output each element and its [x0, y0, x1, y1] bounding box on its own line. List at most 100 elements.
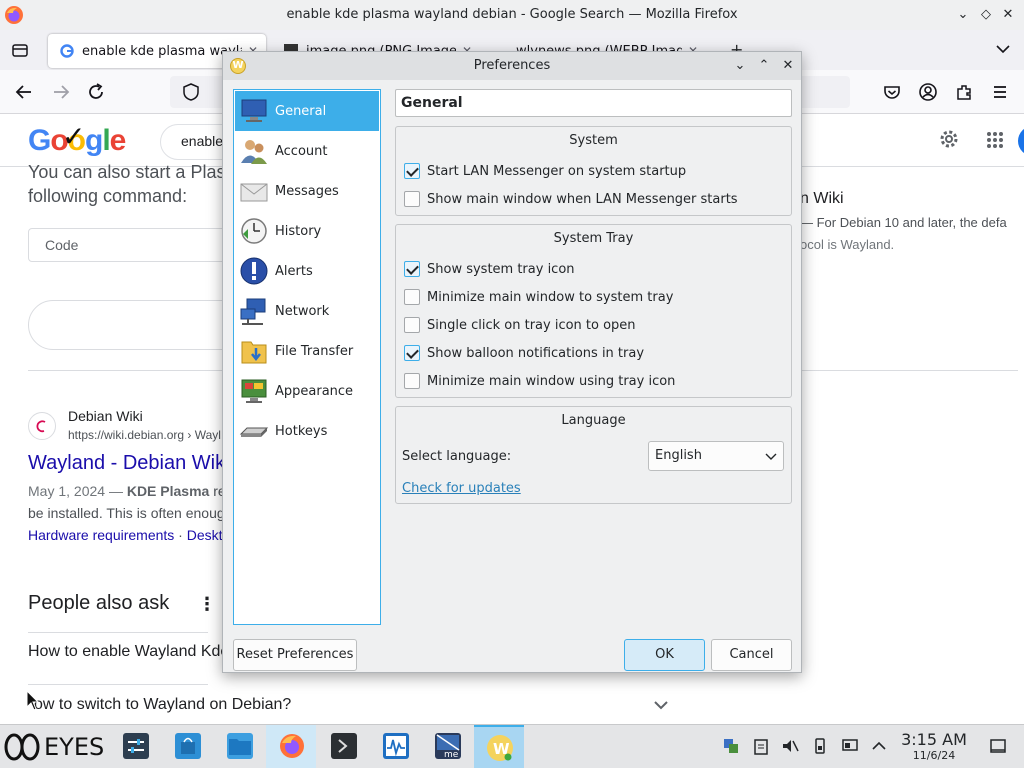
device-tray-icon[interactable] [811, 737, 829, 755]
checkmark-doodle-icon: ✓ [62, 120, 86, 153]
mouse-cursor-icon [26, 690, 40, 711]
checkbox-checked[interactable] [404, 345, 420, 361]
back-arrow-icon[interactable] [14, 82, 34, 102]
menu-icon[interactable] [990, 82, 1010, 102]
dialog-close-icon[interactable]: ✕ [779, 57, 797, 75]
minimize-icon[interactable]: ⌄ [954, 6, 972, 24]
apps-grid-icon[interactable] [986, 131, 1004, 149]
option-label: Minimize main window using tray icon [427, 373, 676, 389]
option-label: Show system tray icon [427, 261, 575, 277]
group-title: System Tray [553, 231, 634, 246]
maximize-icon[interactable]: ◇ [977, 6, 995, 24]
chevron-down-icon [765, 453, 777, 460]
category-file-transfer[interactable]: File Transfer [235, 331, 379, 371]
checkbox-unchecked[interactable] [404, 317, 420, 333]
debian-favicon-icon [28, 412, 56, 440]
reload-icon[interactable] [86, 82, 106, 102]
tab-list-chevron-icon[interactable] [994, 40, 1012, 58]
option-label: Start LAN Messenger on system startup [427, 163, 687, 179]
taskbar-settings[interactable] [110, 725, 160, 768]
paa-question-2[interactable]: ow to switch to Wayland on Debian? [34, 696, 291, 714]
ok-button[interactable]: OK [624, 639, 705, 671]
volume-muted-icon[interactable] [781, 737, 799, 755]
folder-icon [241, 341, 267, 364]
application-launcher[interactable]: EYES [4, 731, 104, 763]
language-select[interactable]: English [648, 441, 784, 471]
option-single-click-open[interactable]: Single click on tray icon to open [404, 315, 636, 335]
checkbox-checked[interactable] [404, 163, 420, 179]
close-icon[interactable]: ✕ [999, 6, 1017, 24]
alert-icon [240, 257, 268, 285]
tray-expand-chevron-icon[interactable] [870, 737, 888, 755]
option-minimize-using-tray-icon[interactable]: Minimize main window using tray icon [404, 371, 675, 391]
category-alerts[interactable]: Alerts [235, 251, 379, 291]
taskbar-lan-messenger-app[interactable]: me [422, 725, 472, 768]
show-desktop-icon[interactable] [989, 737, 1007, 755]
account-icon[interactable] [918, 82, 938, 102]
checkbox-unchecked[interactable] [404, 289, 420, 305]
option-show-main-window[interactable]: Show main window when LAN Messenger star… [404, 189, 738, 209]
paa-question-1[interactable]: How to enable Wayland Kde [28, 643, 229, 661]
monitor-icon [241, 99, 267, 122]
option-start-on-startup[interactable]: Start LAN Messenger on system startup [404, 161, 686, 181]
result-snippet-1: May 1, 2024 — KDE Plasma re [28, 483, 226, 499]
sitelink-hardware[interactable]: Hardware requirements [28, 527, 174, 543]
result-title-link[interactable]: Wayland - Debian Wik [28, 452, 225, 475]
category-appearance[interactable]: Appearance [235, 371, 379, 411]
extensions-icon[interactable] [954, 82, 974, 102]
option-show-tray-icon[interactable]: Show system tray icon [404, 259, 575, 279]
forward-arrow-icon[interactable] [51, 82, 71, 102]
clock-time: 3:15 AM [901, 730, 967, 749]
window-title: enable kde plasma wayland debian - Googl… [286, 7, 738, 22]
taskbar-system-monitor[interactable] [370, 725, 420, 768]
taskbar-terminal[interactable] [318, 725, 368, 768]
more-options-icon[interactable]: ⋮ [198, 594, 216, 615]
display-tray-icon[interactable] [841, 737, 859, 755]
category-label: Appearance [275, 383, 354, 399]
expand-chevron-icon[interactable] [652, 696, 670, 714]
tab-label: enable kde plasma wayla [82, 43, 242, 59]
category-label: Network [275, 303, 330, 319]
option-label: Minimize main window to system tray [427, 289, 674, 305]
keyboard-icon [239, 427, 269, 437]
select-language-label: Select language: [402, 449, 512, 464]
appearance-icon [241, 379, 267, 403]
cancel-button[interactable]: Cancel [711, 639, 792, 671]
result-url[interactable]: https://wiki.debian.org › Wayl [68, 428, 221, 442]
tracking-shield-icon[interactable] [182, 82, 200, 102]
dialog-minimize-icon[interactable]: ⌄ [731, 57, 749, 75]
clipboard-tray-icon[interactable] [752, 737, 770, 755]
pocket-icon[interactable] [882, 82, 902, 102]
category-history[interactable]: History [235, 211, 379, 251]
terminal-icon [331, 733, 357, 759]
firefox-view-icon[interactable] [10, 40, 30, 60]
checkbox-unchecked[interactable] [404, 191, 420, 207]
taskbar-preferences-window[interactable]: W [474, 725, 524, 768]
checkbox-unchecked[interactable] [404, 373, 420, 389]
dialog-maximize-icon[interactable]: ⌃ [755, 57, 773, 75]
preferences-category-list: General Account Messages History Alerts … [233, 89, 381, 625]
side-panel-title[interactable]: n Wiki [800, 190, 844, 208]
result-site-name[interactable]: Debian Wiki [68, 408, 143, 424]
reset-preferences-button[interactable]: Reset Preferences [233, 639, 357, 671]
taskbar-discover[interactable] [162, 725, 212, 768]
code-copy-pill[interactable] [28, 300, 248, 350]
taskbar-file-manager[interactable] [214, 725, 264, 768]
checkbox-checked[interactable] [404, 261, 420, 277]
category-account[interactable]: Account [235, 131, 379, 171]
category-general[interactable]: General [235, 91, 379, 131]
network-tray-icon[interactable] [722, 737, 740, 755]
system-settings-icon [123, 733, 149, 759]
dialog-titlebar[interactable]: W Preferences ⌄ ⌃ ✕ [223, 52, 801, 80]
category-messages[interactable]: Messages [235, 171, 379, 211]
clock[interactable]: 3:15 AM 11/6/24 [896, 730, 972, 762]
sitelink-desktop[interactable]: Deskt [187, 527, 223, 543]
category-network[interactable]: Network [235, 291, 379, 331]
settings-gear-icon[interactable] [938, 128, 960, 150]
option-balloon-notifications[interactable]: Show balloon notifications in tray [404, 343, 644, 363]
category-hotkeys[interactable]: Hotkeys [235, 411, 379, 451]
check-for-updates-link[interactable]: Check for updates [402, 481, 521, 496]
taskbar-firefox[interactable] [266, 725, 316, 768]
profile-avatar[interactable] [1018, 126, 1024, 156]
option-minimize-to-tray[interactable]: Minimize main window to system tray [404, 287, 673, 307]
